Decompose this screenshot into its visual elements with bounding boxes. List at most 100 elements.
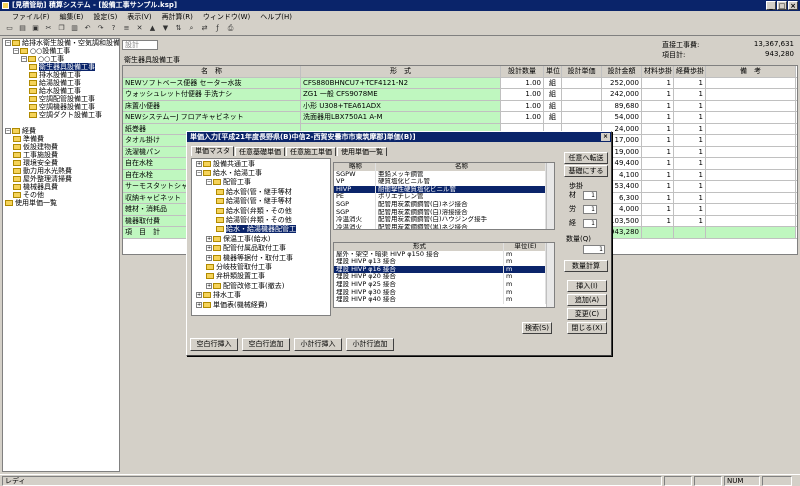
table-cell[interactable]: ZG1 一般 CFS9078ME (301, 89, 501, 100)
expand-toggle-icon[interactable]: − (21, 56, 27, 62)
table-cell[interactable]: 1 (642, 215, 674, 226)
master-tree[interactable]: + 設備共通工事 − 給水・給湯工事 − 配管工事 給水管(管・継手等材 給湯管(管・継手等材… (191, 158, 331, 316)
table-cell[interactable]: 組 (544, 112, 562, 123)
table-cell[interactable] (706, 158, 796, 169)
tab-1[interactable]: 任意基礎単価 (235, 147, 285, 156)
master-tree-node[interactable]: 給水管(弁類・その他 (192, 206, 330, 215)
column-header[interactable]: 形 式 (301, 66, 501, 77)
list-item[interactable]: 埋設 HIVP φ13 接合 m (334, 258, 554, 266)
list-column-header[interactable]: 略称 (334, 163, 376, 171)
list-item[interactable]: 屋外・架空・暗渠 HIVP φ150 接合 m (334, 250, 554, 259)
table-cell[interactable]: ウォッシュレット付便器 手洗ナシ (123, 89, 301, 100)
paste-icon[interactable]: ▥ (69, 23, 80, 34)
search-button[interactable]: 検索(S) (522, 322, 552, 334)
material-rate-input[interactable]: 1 (583, 191, 597, 200)
master-tree-node[interactable]: 弁枡類設置工事 (192, 272, 330, 281)
table-cell[interactable]: 1.00 (501, 112, 544, 123)
table-cell[interactable]: 1 (674, 158, 706, 169)
table-cell[interactable] (706, 181, 796, 192)
table-cell[interactable] (706, 123, 796, 134)
table-cell[interactable]: 1.00 (501, 89, 544, 100)
menu-item-6[interactable]: ヘルプ(H) (260, 12, 292, 22)
table-cell[interactable] (706, 135, 796, 146)
minimize-button[interactable]: _ (766, 1, 776, 10)
redo-icon[interactable]: ↷ (95, 23, 106, 34)
menu-item-5[interactable]: ウィンドウ(W) (203, 12, 250, 22)
make-basic-button[interactable]: 基礎にする (564, 165, 608, 177)
tree-node[interactable]: − 給排水衛生設備・空気調和設備 (3, 39, 119, 47)
tree-node[interactable]: 仮設建物費 (3, 143, 119, 151)
tree-node[interactable]: 動力用水光熱費 (3, 167, 119, 175)
tree-node[interactable]: 屋外整理清掃費 (3, 175, 119, 183)
table-cell[interactable]: 1 (642, 192, 674, 203)
form-list[interactable]: 形式 単位(E) 屋外・架空・暗渠 HIVP φ150 接合 m 埋設 HIVP φ13… (333, 242, 555, 308)
move-up-icon[interactable]: ▲ (147, 23, 158, 34)
new-file-icon[interactable]: ▭ (4, 23, 15, 34)
quantity-input[interactable]: 1 (583, 245, 605, 254)
menu-item-0[interactable]: ファイル(F) (12, 12, 50, 22)
save-icon[interactable]: ▣ (30, 23, 41, 34)
table-cell[interactable] (706, 192, 796, 203)
undo-icon[interactable]: ↶ (82, 23, 93, 34)
table-cell[interactable]: 1 (674, 215, 706, 226)
tree-node[interactable]: その他 (3, 191, 119, 199)
list-column-header[interactable]: 単位(E) (504, 243, 546, 251)
table-cell[interactable]: 1 (642, 204, 674, 215)
project-tree[interactable]: − 給排水衛生設備・空気調和設備 − ○○設備工事 − ○○工事 衛生器具設備工事 排水設備工… (2, 38, 120, 472)
table-cell[interactable] (706, 146, 796, 157)
maximize-button[interactable]: □ (777, 1, 787, 10)
tree-node[interactable]: 準備費 (3, 135, 119, 143)
sort-icon[interactable]: ⇅ (173, 23, 184, 34)
insert-blank-row-button[interactable]: 空白行挿入 (190, 338, 238, 351)
close-button[interactable]: × (788, 1, 798, 10)
table-cell[interactable]: 組 (544, 89, 562, 100)
list-item[interactable]: SGP 配管用炭素鋼鋼管(白)溶接接合 (334, 208, 554, 217)
table-cell[interactable] (562, 112, 602, 123)
move-down-icon[interactable]: ▼ (160, 23, 171, 34)
master-tree-node[interactable]: 給湯管(弁類・その他 (192, 215, 330, 224)
table-cell[interactable]: 1.00 (501, 100, 544, 111)
tree-node[interactable]: 空調機器設備工事 (3, 103, 119, 111)
tree-node[interactable]: 給水設備工事 (3, 87, 119, 95)
expand-toggle-icon[interactable]: − (5, 128, 11, 134)
add-blank-row-button[interactable]: 空白行追加 (242, 338, 290, 351)
table-row[interactable]: NEWソフトベース便器 セーター水抜 CFS880BHNCU7+TCF4121-N… (123, 77, 797, 89)
table-cell[interactable]: NEWシステムーJ フロアキャビネット (123, 112, 301, 123)
expand-toggle-icon[interactable]: − (196, 170, 202, 177)
list-column-header[interactable]: 形式 (334, 243, 504, 251)
table-cell[interactable] (706, 89, 796, 100)
table-cell[interactable] (706, 112, 796, 123)
insert-subtotal-row-button[interactable]: 小計行挿入 (294, 338, 342, 351)
master-tree-node[interactable]: 給水管(管・継手等材 (192, 187, 330, 196)
table-cell[interactable]: 1 (642, 158, 674, 169)
table-cell[interactable]: 1 (642, 123, 674, 134)
column-header[interactable]: 備 考 (706, 66, 796, 77)
tree-node[interactable]: − 経費 (3, 127, 119, 135)
transfer-to-custom-button[interactable]: 任意へ転送 (564, 152, 608, 164)
expand-toggle-icon[interactable]: − (206, 179, 212, 186)
tree-node[interactable]: 工事施設費 (3, 151, 119, 159)
table-cell[interactable]: 床置小便器 (123, 100, 301, 111)
table-cell[interactable]: 1 (674, 146, 706, 157)
table-cell[interactable]: 1 (642, 169, 674, 180)
table-cell[interactable] (562, 77, 602, 88)
help-icon[interactable]: ? (108, 23, 119, 34)
list-item[interactable]: 冷温消火 配管用炭素鋼鋼管(白)ハウジング接手 (334, 216, 554, 224)
tree-node[interactable]: − ○○工事 (3, 55, 119, 63)
table-cell[interactable]: NEWソフトベース便器 セーター水抜 (123, 77, 301, 88)
table-cell[interactable]: 1 (642, 77, 674, 88)
master-tree-node[interactable]: − 給水・給湯工事 (192, 168, 330, 177)
tree-node[interactable] (3, 119, 119, 127)
list-item[interactable]: VP 硬質塩化ビニル管 (334, 178, 554, 186)
list-item[interactable]: 埋設 HIVP φ30 接合 m (334, 288, 554, 297)
master-tree-node[interactable]: + 保温工事(給水) (192, 234, 330, 243)
table-cell[interactable]: 1 (674, 204, 706, 215)
table-cell[interactable] (706, 169, 796, 180)
expand-toggle-icon[interactable]: + (206, 245, 212, 252)
table-cell[interactable]: 1 (674, 181, 706, 192)
master-tree-node[interactable]: + 設備共通工事 (192, 159, 330, 168)
menu-item-1[interactable]: 編集(E) (60, 12, 84, 22)
list-column-header[interactable]: 名称 (376, 163, 546, 171)
table-cell[interactable]: 1 (674, 123, 706, 134)
table-cell[interactable]: 1 (674, 100, 706, 111)
